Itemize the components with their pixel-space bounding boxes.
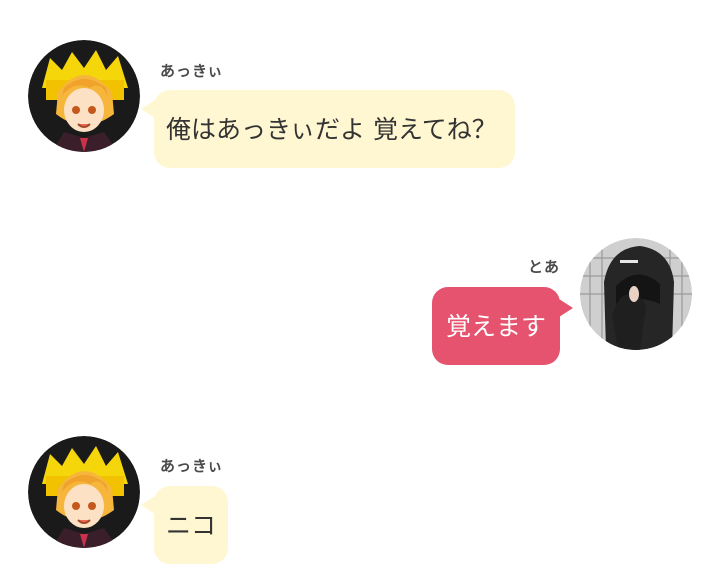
sender-name: あっきぃ xyxy=(160,62,224,80)
bubble-tail xyxy=(141,496,155,514)
avatar-akki[interactable] xyxy=(28,436,140,548)
message-bubble-outgoing[interactable]: 覚えます xyxy=(432,287,574,365)
sender-name: とあ xyxy=(528,258,561,276)
bubble-tail xyxy=(141,100,155,118)
avatar-akki[interactable] xyxy=(28,40,140,152)
akki-avatar-image xyxy=(28,436,140,548)
bubble-tail xyxy=(559,299,574,317)
sender-name: あっきぃ xyxy=(160,457,224,475)
message-text: 覚えます xyxy=(446,311,547,341)
avatar-toa[interactable] xyxy=(580,238,692,350)
chat-thread: あっきぃ 俺はあっきぃだよ 覚えてね？ とあ 覚えます あっきぃ ニコ xyxy=(0,0,720,585)
message-bubble-incoming[interactable]: ニコ xyxy=(141,486,229,564)
message-text: ニコ xyxy=(166,510,217,540)
akki-avatar-image xyxy=(28,40,140,152)
message-bubble-incoming[interactable]: 俺はあっきぃだよ 覚えてね？ xyxy=(141,90,515,168)
message-text: 俺はあっきぃだよ 覚えてね？ xyxy=(166,114,497,144)
toa-avatar-image xyxy=(580,238,692,350)
